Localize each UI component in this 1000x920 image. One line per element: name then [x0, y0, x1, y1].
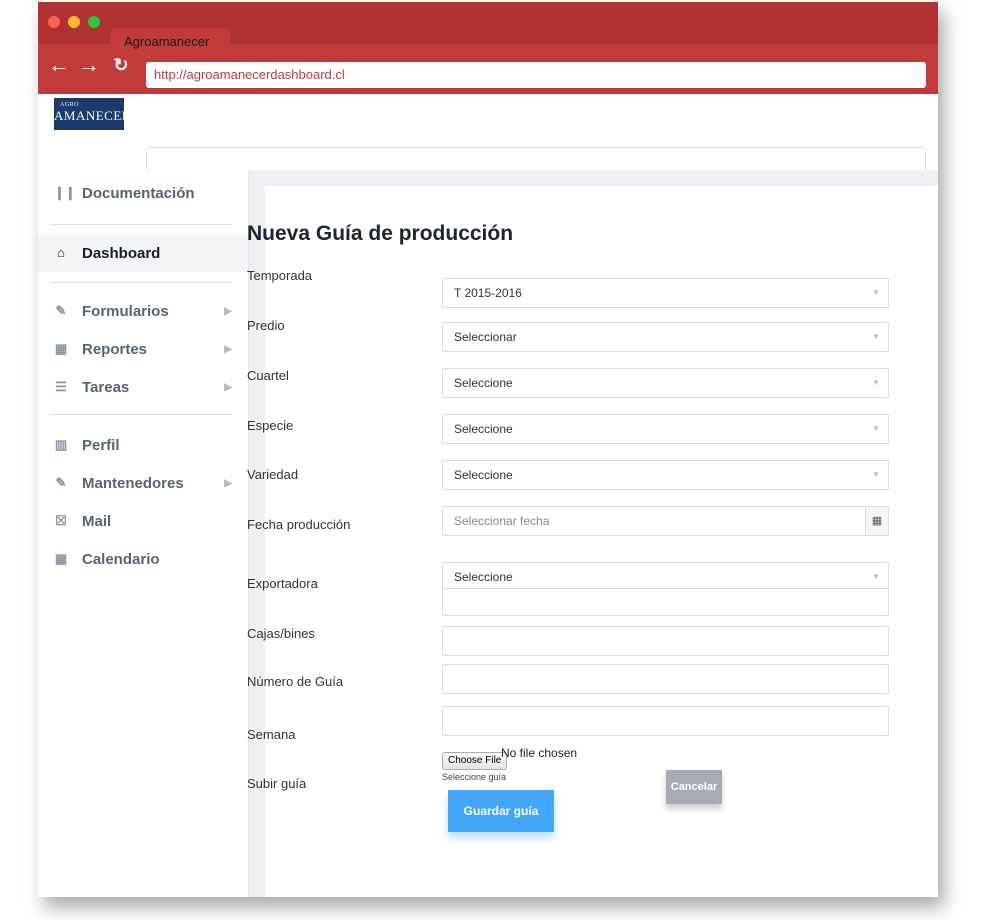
cancel-button[interactable]: Cancelar — [666, 770, 722, 804]
grid-icon: ▦ — [54, 341, 68, 356]
sidebar-item-reportes[interactable]: ▦ Reportes ▶ — [38, 330, 248, 368]
header-search-bar[interactable] — [146, 147, 926, 171]
sidebar-item-mantenedores[interactable]: ✎ Mantenedores ▶ — [38, 464, 248, 502]
label-predio: Predio — [247, 318, 285, 333]
sidebar-item-perfil[interactable]: ▥ Perfil — [38, 426, 248, 464]
label-exportadora: Exportadora — [247, 576, 318, 591]
input-blank[interactable] — [442, 588, 889, 616]
profile-icon: ▥ — [54, 437, 68, 452]
input-numero-guia[interactable] — [442, 664, 889, 694]
chevron-right-icon: ▶ — [224, 305, 232, 317]
chevron-down-icon: ▼ — [872, 288, 880, 297]
input-cajas[interactable] — [442, 626, 889, 656]
sidebar-item-dashboard[interactable]: ⌂ Dashboard — [38, 234, 248, 272]
select-cuartel[interactable]: Seleccione ▼ — [442, 368, 889, 398]
page-title: Nueva Guía de producción — [247, 222, 514, 245]
label-cajas: Cajas/bines — [247, 626, 315, 641]
sidebar-item-documentacion[interactable]: ❙❙ Documentación — [38, 174, 248, 212]
sidebar-divider — [50, 282, 232, 283]
chevron-right-icon: ▶ — [224, 381, 232, 393]
reload-icon[interactable]: ↻ — [110, 54, 132, 76]
label-semana: Semana — [247, 727, 296, 742]
select-predio[interactable]: Seleccionar ▼ — [442, 322, 889, 352]
select-exportadora-value: Seleccione — [454, 570, 513, 584]
chevron-down-icon: ▼ — [872, 378, 880, 387]
maximize-window-icon[interactable] — [88, 16, 100, 28]
close-window-icon[interactable] — [48, 16, 60, 28]
sidebar-item-calendario[interactable]: ▦ Calendario — [38, 540, 248, 578]
sidebar: ❙❙ Documentación ⌂ Dashboard ✎ Formulari… — [38, 170, 249, 897]
select-especie-value: Seleccione — [454, 422, 513, 436]
logo[interactable]: AGRO AMANECER — [54, 98, 130, 130]
sidebar-item-formularios[interactable]: ✎ Formularios ▶ — [38, 292, 248, 330]
select-cuartel-value: Seleccione — [454, 376, 513, 390]
address-bar[interactable]: http://agroamanecerdashboard.cl — [146, 62, 926, 88]
input-semana[interactable] — [442, 706, 889, 736]
sidebar-divider — [50, 414, 232, 415]
mail-icon: ☒ — [55, 513, 67, 528]
edit-icon: ✎ — [55, 475, 67, 490]
label-fecha: Fecha producción — [247, 517, 351, 532]
sidebar-item-label: Mantenedores — [82, 474, 184, 492]
logo-name: AMANECER — [54, 108, 131, 123]
select-temporada-value: T 2015-2016 — [454, 286, 522, 300]
chevron-right-icon: ▶ — [224, 477, 232, 489]
calendar-icon[interactable]: ▦ — [865, 507, 888, 535]
layers-icon: ☰ — [55, 379, 67, 394]
select-variedad[interactable]: Seleccione ▼ — [442, 460, 889, 490]
label-variedad: Variedad — [247, 467, 299, 482]
save-button[interactable]: Guardar guía — [448, 790, 554, 832]
arrow-right-icon[interactable]: → — [78, 54, 100, 76]
sidebar-item-label: Tareas — [82, 378, 130, 396]
books-icon: ❙❙ — [54, 185, 76, 200]
sidebar-item-label: Perfil — [82, 436, 120, 454]
chevron-right-icon: ▶ — [224, 343, 232, 355]
label-numero: Número de Guía — [247, 674, 344, 689]
file-status: No file chosen — [501, 746, 578, 760]
choose-file-button[interactable]: Choose File — [442, 752, 508, 770]
chevron-down-icon: ▼ — [872, 332, 880, 341]
edit-icon: ✎ — [55, 303, 67, 318]
sidebar-item-label: Calendario — [82, 550, 160, 568]
date-input[interactable]: Seleccionar fecha ▦ — [442, 506, 889, 536]
date-input-placeholder: Seleccionar fecha — [454, 514, 550, 528]
sidebar-item-label: Formularios — [82, 302, 169, 320]
sidebar-item-label: Dashboard — [82, 244, 161, 262]
select-especie[interactable]: Seleccione ▼ — [442, 414, 889, 444]
sidebar-item-mail[interactable]: ☒ Mail — [38, 502, 248, 540]
calendar-icon: ▦ — [54, 551, 68, 566]
chevron-down-icon: ▼ — [872, 424, 880, 433]
chevron-down-icon: ▼ — [872, 572, 880, 581]
browser-tab[interactable]: Agroamanecer — [110, 28, 230, 50]
sidebar-item-label: Documentación — [82, 184, 195, 202]
sidebar-item-label: Reportes — [82, 340, 148, 358]
select-variedad-value: Seleccione — [454, 468, 513, 482]
select-predio-value: Seleccionar — [454, 330, 517, 344]
sidebar-item-tareas[interactable]: ☰ Tareas ▶ — [38, 368, 248, 406]
minimize-window-icon[interactable] — [68, 16, 80, 28]
label-cuartel: Cuartel — [247, 368, 289, 383]
label-subir: Subir guía — [247, 776, 307, 791]
arrow-left-icon[interactable]: ← — [48, 54, 70, 76]
label-especie: Especie — [247, 418, 294, 433]
label-temporada: Temporada — [247, 268, 313, 283]
select-temporada[interactable]: T 2015-2016 ▼ — [442, 278, 889, 308]
sidebar-divider — [50, 224, 232, 225]
file-help-text: Seleccione guía — [442, 772, 507, 782]
home-icon: ⌂ — [57, 245, 65, 260]
sidebar-item-label: Mail — [82, 512, 112, 530]
chevron-down-icon: ▼ — [872, 470, 880, 479]
